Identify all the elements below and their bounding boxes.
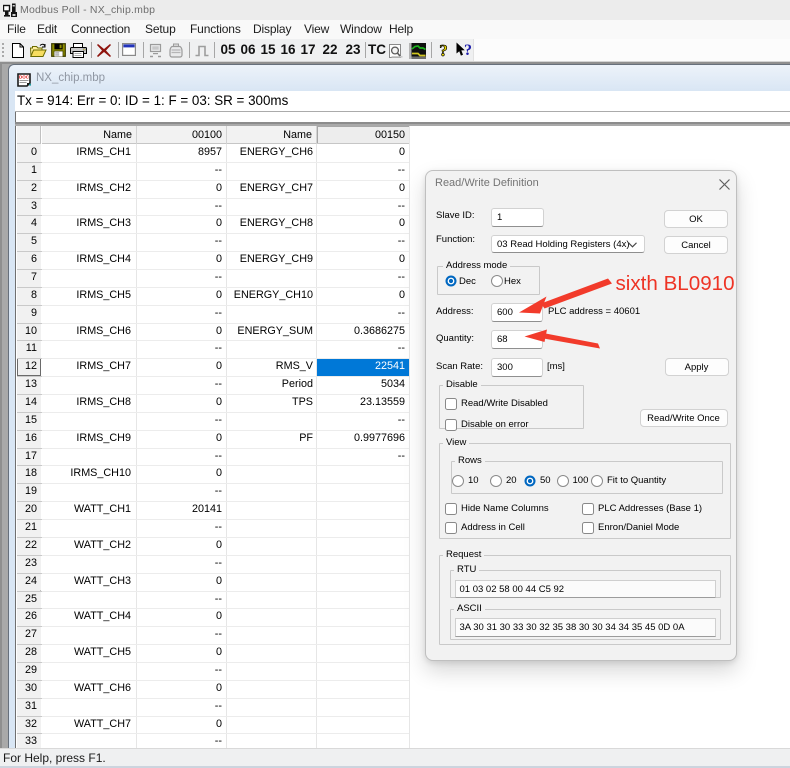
- svg-text:?: ?: [464, 42, 472, 59]
- svg-text:?: ?: [439, 42, 448, 59]
- svg-text:DOC: DOC: [19, 74, 30, 79]
